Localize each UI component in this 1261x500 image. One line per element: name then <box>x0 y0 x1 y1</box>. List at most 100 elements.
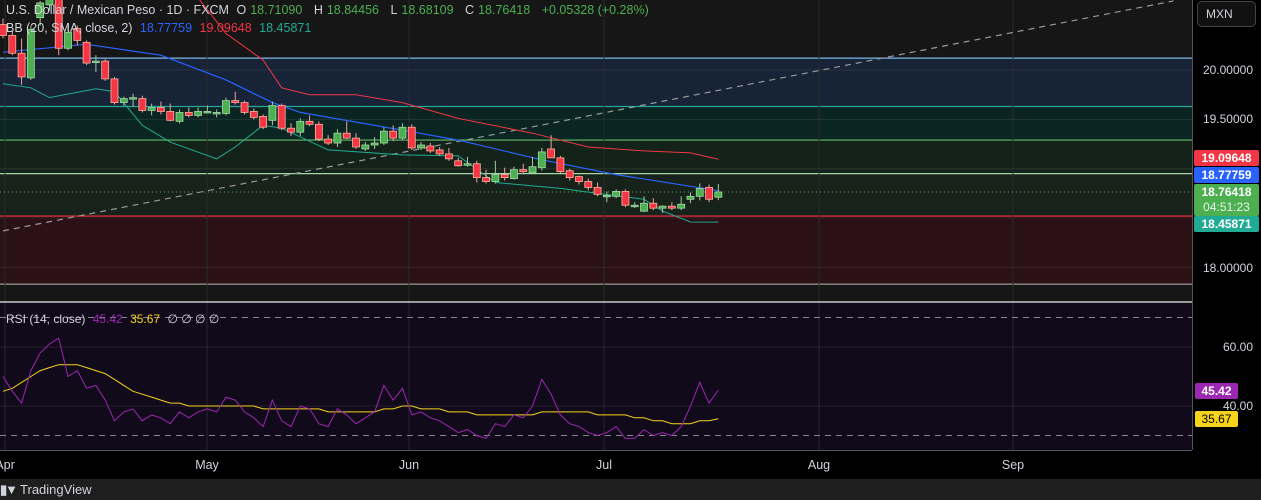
rsi-extra-values: ∅ ∅ ∅ ∅ <box>167 312 220 326</box>
price-tick: 18.00000 <box>1202 261 1253 275</box>
symbol-legend: U.S. Dollar / Mexican Peso · 1D · FXCM O… <box>6 3 653 17</box>
currency-button[interactable]: MXN <box>1197 1 1256 27</box>
rsi-ma-value: 35.67 <box>130 312 161 326</box>
candle-down <box>240 102 249 113</box>
candle-up <box>612 191 621 197</box>
candle-up <box>296 120 305 133</box>
bb-lower-value: 18.45871 <box>259 21 312 35</box>
candle-down <box>342 132 351 139</box>
candle-down <box>305 120 314 125</box>
time-axis[interactable]: Apr May Jun Jul Aug Sep <box>0 450 1192 479</box>
candle-up <box>268 105 277 121</box>
bb-upper-value: 19.09648 <box>199 21 252 35</box>
bb-legend[interactable]: BB (20, SMA, close, 2) 18.77759 19.09648… <box>6 21 315 35</box>
open-label: O <box>236 3 247 17</box>
candle-up <box>361 144 370 150</box>
price-axis[interactable]: 20.00000 19.50000 18.00000 19.09648 18.7… <box>1192 0 1261 450</box>
candle-up <box>333 132 342 144</box>
low-value: 18.68109 <box>401 3 454 17</box>
month-label: Apr <box>0 458 15 472</box>
candle-up <box>695 188 704 197</box>
candle-up <box>463 163 472 166</box>
month-label: Jul <box>596 458 612 472</box>
candle-up <box>398 126 407 139</box>
bar-countdown: 04:51:23 <box>1203 200 1250 214</box>
candle-up <box>714 191 723 198</box>
candle-down <box>519 169 528 173</box>
candle-down <box>157 107 165 112</box>
brand-name[interactable]: TradingView <box>20 482 92 497</box>
candle-down <box>705 187 713 200</box>
candle-down <box>287 127 295 133</box>
price-tick: 19.50000 <box>1202 112 1253 126</box>
candle-down <box>8 35 17 54</box>
candle-down <box>17 52 26 78</box>
candle-down <box>138 98 147 111</box>
candle-up <box>528 166 537 174</box>
chart-canvas[interactable] <box>0 0 1192 450</box>
candle-up <box>147 107 156 111</box>
candle-down <box>166 111 175 121</box>
high-label: H <box>313 3 323 17</box>
candle-down <box>110 78 119 103</box>
candle-down <box>184 112 193 116</box>
bb-label: BB (20, SMA, close, 2) <box>6 21 133 35</box>
bb-lower-price-label: 18.45871 <box>1194 216 1259 232</box>
candle-down <box>472 163 481 178</box>
candle-down <box>249 111 258 118</box>
candle-up <box>212 112 221 115</box>
bb-basis-price-label: 18.77759 <box>1194 167 1259 183</box>
candle-up <box>417 144 425 149</box>
candle-up <box>630 204 639 208</box>
candle-up <box>686 195 695 200</box>
high-value: 18.84456 <box>326 3 379 17</box>
rsi-value: 45.42 <box>92 312 123 326</box>
candle-up <box>175 112 184 122</box>
bb-basis-value: 18.77759 <box>139 21 193 35</box>
tradingview-logo-icon[interactable]: ▮▼ <box>0 482 18 498</box>
candle-up <box>640 202 648 212</box>
candle-down <box>649 202 658 209</box>
last-price: 18.76418 <box>1201 185 1252 199</box>
change-value: +0.05328 (+0.28%) <box>541 3 649 17</box>
candle-down <box>435 149 444 155</box>
candle-down <box>547 148 556 159</box>
candle-up <box>129 97 137 100</box>
candle-down <box>314 123 323 140</box>
candle-up <box>658 205 667 209</box>
candle-down <box>231 100 240 103</box>
candle-down <box>259 115 268 128</box>
rsi-label: RSI (14, close) <box>6 312 86 326</box>
candle-down <box>556 157 565 173</box>
candle-down <box>482 177 490 182</box>
candle-down <box>593 187 602 195</box>
candle-down <box>82 41 91 64</box>
open-value: 18.71090 <box>250 3 303 17</box>
candle-down <box>575 176 583 182</box>
candle-down <box>426 145 435 152</box>
close-label: C <box>465 3 475 17</box>
month-label: Jun <box>398 458 420 472</box>
candle-up <box>491 174 500 182</box>
rsi-legend[interactable]: RSI (14, close) 45.42 35.67 ∅ ∅ ∅ ∅ <box>6 312 223 326</box>
candle-down <box>277 105 286 129</box>
candle-up <box>537 151 546 169</box>
candle-up <box>222 100 230 114</box>
candle-down <box>389 130 398 139</box>
last-price-label: 18.76418 04:51:23 <box>1194 184 1259 216</box>
candle-up <box>119 98 128 103</box>
month-label: May <box>195 458 219 472</box>
close-value: 18.76418 <box>478 3 531 17</box>
bb-upper-price-label: 19.09648 <box>1194 150 1259 166</box>
candle-down <box>324 138 333 144</box>
candle-up <box>194 111 202 116</box>
candle-down <box>101 60 110 80</box>
candle-down <box>445 153 453 160</box>
footer-bar: ▮▼ TradingView <box>0 479 1261 500</box>
candle-down <box>667 205 676 209</box>
rsi-tick: 60.00 <box>1222 340 1253 354</box>
month-label: Sep <box>1001 458 1025 472</box>
rsi-ma-price-label: 35.67 <box>1195 411 1238 427</box>
candle-down <box>454 160 463 167</box>
candle-down <box>500 174 509 178</box>
